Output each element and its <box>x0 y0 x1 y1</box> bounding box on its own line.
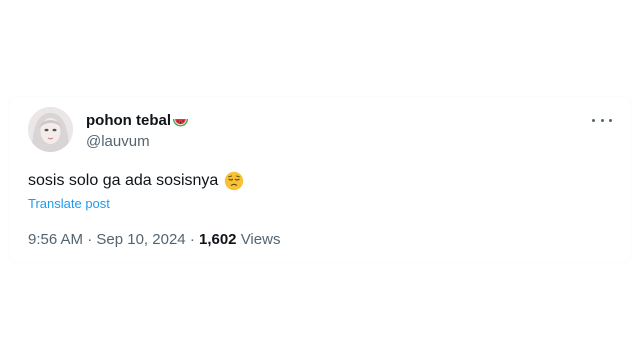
pensive-face-icon <box>224 171 244 191</box>
tweet-card[interactable]: pohon tebal @lauvum sosis solo ga ada so… <box>10 97 630 262</box>
post-date[interactable]: Sep 10, 2024 <box>96 231 185 248</box>
avatar[interactable] <box>28 107 73 152</box>
more-dot <box>609 118 612 122</box>
meta-separator: · <box>189 231 199 248</box>
display-name[interactable]: pohon tebal <box>86 112 171 130</box>
views-label: Views <box>240 231 281 248</box>
post-time[interactable]: 9:56 AM <box>28 231 83 248</box>
more-dot <box>600 118 604 122</box>
more-dot <box>592 118 595 122</box>
author-handle[interactable]: @lauvum <box>86 133 150 151</box>
author-name-row[interactable]: pohon tebal <box>86 112 189 130</box>
avatar-image <box>28 107 73 152</box>
tweet-text: sosis solo ga ada sosisnya <box>28 170 244 192</box>
views-count[interactable]: 1,602 <box>199 231 237 248</box>
meta-separator: · <box>87 231 97 248</box>
translate-post-link[interactable]: Translate post <box>28 196 110 212</box>
more-options-icon[interactable] <box>592 113 612 127</box>
tweet-text-content: sosis solo ga ada sosisnya <box>28 172 219 189</box>
tweet-meta: 9:56 AM · Sep 10, 2024 · 1,602 Views <box>28 231 280 249</box>
watermelon-icon <box>172 116 189 128</box>
